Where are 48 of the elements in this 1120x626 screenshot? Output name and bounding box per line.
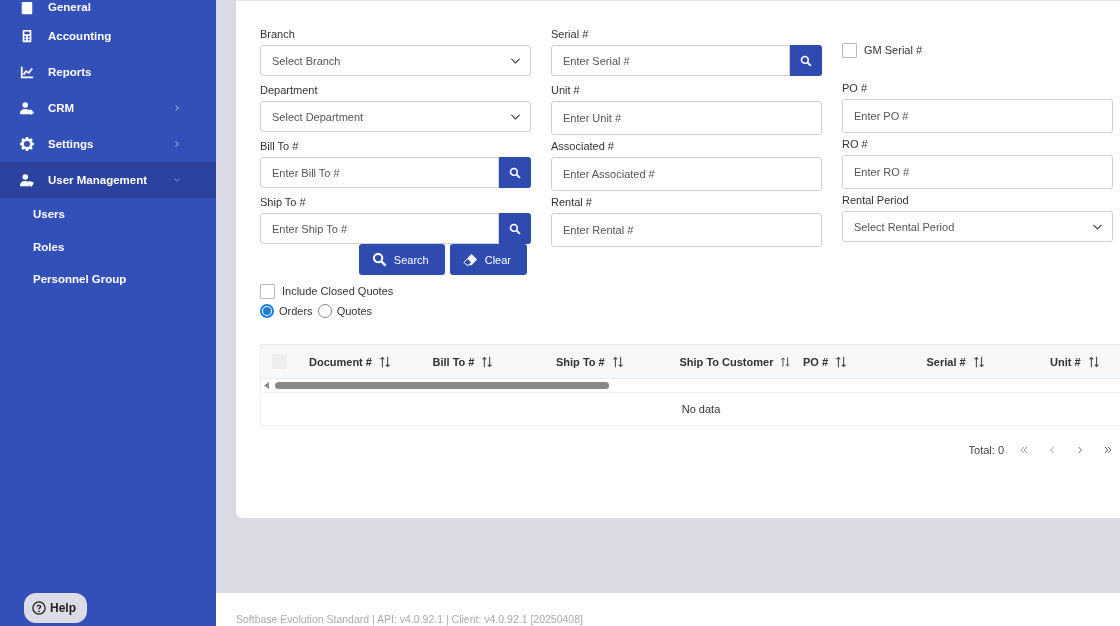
sidebar-subitem[interactable]: Personnel Group: [0, 263, 216, 296]
sidebar-item[interactable]: Reports: [0, 54, 216, 90]
field-label: Rental #: [551, 195, 593, 210]
column-header[interactable]: Ship To #: [544, 355, 668, 368]
dropdown[interactable]: Select Branch: [260, 45, 531, 76]
sidebar-item[interactable]: User Management: [0, 162, 216, 198]
column-header[interactable]: Bill To #: [420, 355, 544, 368]
dropdown[interactable]: Select Department: [260, 101, 531, 132]
column-header[interactable]: Unit #: [1038, 355, 1120, 368]
sidebar-subitem[interactable]: Roles: [0, 230, 216, 263]
sidebar-item[interactable]: Settings: [0, 126, 216, 162]
sidebar-subitem[interactable]: Users: [0, 198, 216, 231]
total-count: Total: 0: [968, 444, 1004, 456]
input-field[interactable]: Enter Unit #: [551, 101, 822, 135]
field-label: Ship To #: [260, 195, 307, 210]
radio-label: Quotes: [336, 305, 373, 317]
help-button[interactable]: Help: [24, 593, 87, 623]
sidebar-item[interactable]: Accounting: [0, 18, 216, 54]
input-field[interactable]: Enter PO #: [842, 99, 1113, 133]
input-field[interactable]: Enter Serial #: [551, 45, 790, 76]
field-label: RO #: [842, 137, 869, 152]
input-field[interactable]: Enter Rental #: [551, 213, 822, 247]
checkbox-label: GM Serial #: [864, 44, 923, 56]
field-label: Unit #: [551, 83, 581, 98]
field-label: Serial #: [551, 27, 590, 42]
input-field[interactable]: Enter RO #: [842, 155, 1113, 189]
dropdown[interactable]: Select Rental Period: [842, 211, 1113, 242]
field-label: Department: [260, 83, 319, 98]
radio-label: Orders: [279, 305, 313, 317]
column-header[interactable]: Document #: [297, 355, 421, 368]
column-header[interactable]: Ship To Customer: [667, 355, 791, 368]
input-field[interactable]: Enter Ship To #: [260, 213, 499, 244]
checkbox-label: Include Closed Quotes: [282, 285, 394, 297]
field-label: Associated #: [551, 139, 615, 154]
field-label: PO #: [842, 81, 869, 96]
sidebar-item[interactable]: CRM: [0, 90, 216, 126]
action-button[interactable]: Search: [358, 244, 445, 275]
sidebar-item[interactable]: General: [0, 0, 216, 18]
column-header[interactable]: PO #: [791, 355, 915, 368]
field-label: Bill To #: [260, 139, 300, 154]
input-field[interactable]: Enter Bill To #: [260, 157, 499, 188]
input-field[interactable]: Enter Associated #: [551, 157, 822, 191]
field-label: Rental Period: [842, 193, 910, 208]
empty-message: No data: [681, 403, 721, 415]
action-button[interactable]: Clear: [449, 244, 527, 275]
column-header[interactable]: Serial #: [914, 355, 1038, 368]
field-label: Branch: [260, 27, 296, 42]
footer-text: Softbase Evolution Standard | API: v4.0.92.1 | Client: v4.0.92.1 [20250408]: [236, 613, 583, 625]
